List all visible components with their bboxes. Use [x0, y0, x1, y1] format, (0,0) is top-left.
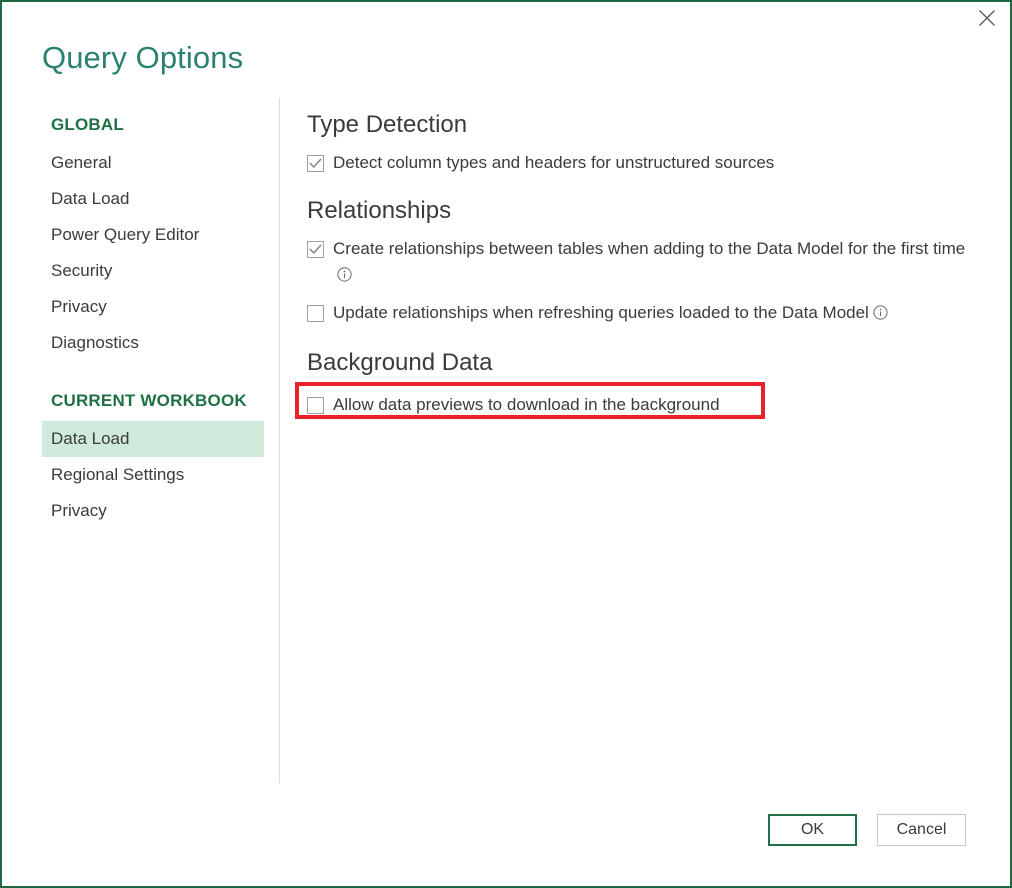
spacer [307, 328, 990, 348]
option-row-allow-data-previews: Allow data previews to download in the b… [307, 392, 990, 418]
sidebar-divider [279, 98, 280, 783]
main-content: Type Detection Detect column types and h… [307, 110, 990, 418]
sidebar-group-global-title: GLOBAL [42, 115, 264, 135]
option-text-update-relationships: Update relationships when refreshing que… [333, 303, 869, 322]
option-row-update-relationships: Update relationships when refreshing que… [307, 300, 990, 328]
checkbox-create-relationships[interactable] [307, 241, 324, 258]
sidebar-item-diagnostics[interactable]: Diagnostics [42, 325, 264, 361]
cancel-button[interactable]: Cancel [877, 814, 966, 846]
option-label-detect-column-types: Detect column types and headers for unst… [333, 150, 774, 176]
sidebar-item-privacy-workbook[interactable]: Privacy [42, 493, 264, 529]
dialog-footer: OK Cancel [768, 814, 966, 846]
option-label-allow-data-previews: Allow data previews to download in the b… [333, 392, 720, 418]
option-row-create-relationships: Create relationships between tables when… [307, 236, 990, 290]
checkbox-update-relationships[interactable] [307, 305, 324, 322]
section-heading-background-data: Background Data [307, 348, 990, 378]
sidebar: GLOBAL General Data Load Power Query Edi… [42, 115, 264, 529]
sidebar-item-privacy-global[interactable]: Privacy [42, 289, 264, 325]
page-title: Query Options [42, 40, 243, 76]
sidebar-item-data-load-global[interactable]: Data Load [42, 181, 264, 217]
info-icon[interactable] [873, 302, 888, 328]
sidebar-item-data-load-workbook[interactable]: Data Load [42, 421, 264, 457]
option-text-create-relationships: Create relationships between tables when… [333, 239, 965, 258]
sidebar-group-spacer [42, 361, 264, 391]
close-button[interactable] [964, 2, 1010, 34]
sidebar-item-general[interactable]: General [42, 145, 264, 181]
query-options-dialog: Query Options GLOBAL General Data Load P… [0, 0, 1012, 888]
spacer [307, 378, 990, 392]
sidebar-item-regional-settings[interactable]: Regional Settings [42, 457, 264, 493]
close-icon [978, 9, 996, 27]
info-icon[interactable] [337, 264, 352, 290]
option-row-detect-column-types: Detect column types and headers for unst… [307, 150, 990, 176]
spacer [307, 140, 990, 150]
sidebar-item-power-query-editor[interactable]: Power Query Editor [42, 217, 264, 253]
sidebar-item-security[interactable]: Security [42, 253, 264, 289]
ok-button[interactable]: OK [768, 814, 857, 846]
option-label-create-relationships: Create relationships between tables when… [333, 236, 973, 290]
checkbox-detect-column-types[interactable] [307, 155, 324, 172]
option-label-update-relationships: Update relationships when refreshing que… [333, 300, 888, 328]
sidebar-group-current-workbook-title: CURRENT WORKBOOK [42, 391, 264, 411]
section-heading-type-detection: Type Detection [307, 110, 990, 140]
spacer [307, 176, 990, 196]
spacer [307, 226, 990, 236]
checkbox-allow-data-previews[interactable] [307, 397, 324, 414]
section-heading-relationships: Relationships [307, 196, 990, 226]
spacer [307, 290, 990, 300]
